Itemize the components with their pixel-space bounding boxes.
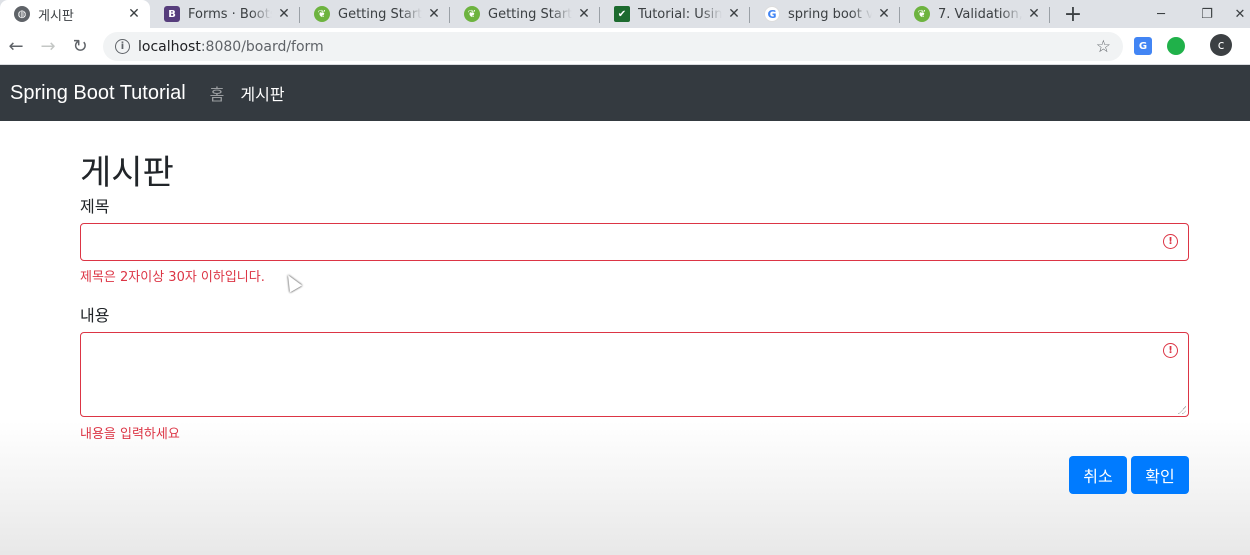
title-input[interactable] [81, 224, 1188, 260]
navbar-brand[interactable]: Spring Boot Tutorial [10, 82, 186, 105]
tab-title: Forms · Bootstrap [188, 6, 272, 22]
browser-tab-1[interactable]: B Forms · Bootstrap ✕ [150, 0, 300, 28]
address-bar[interactable]: i localhost:8080/board/form ☆ [103, 32, 1123, 61]
tab-title: Tutorial: Using [638, 6, 722, 22]
url-text: localhost:8080/board/form [138, 38, 324, 55]
reload-icon[interactable]: ↻ [64, 30, 96, 62]
mouse-cursor-icon [281, 271, 303, 293]
content-field-wrapper: ! [80, 332, 1189, 417]
tab-close-icon[interactable]: ✕ [726, 6, 742, 22]
app-navbar: Spring Boot Tutorial 홈 게시판 [0, 65, 1250, 121]
content-label: 내용 [80, 306, 110, 325]
page-title: 게시판 [80, 153, 174, 193]
tab-close-icon[interactable]: ✕ [576, 6, 592, 22]
close-window-icon[interactable]: ✕ [1230, 0, 1250, 28]
back-arrow-icon[interactable]: ← [0, 30, 32, 62]
tab-close-icon[interactable]: ✕ [276, 6, 292, 22]
tab-title: Getting Started [338, 6, 422, 22]
tab-title: spring boot vali [788, 6, 872, 22]
tab-title: 게시판 [38, 8, 74, 24]
tab-close-icon[interactable]: ✕ [876, 6, 892, 22]
main-content: 게시판 제목 ! 제목은 2자이상 30자 이하입니다. 내용 ! 내용을 입력… [0, 121, 1250, 555]
forward-arrow-icon[interactable]: → [32, 30, 64, 62]
spring-icon: ❦ [464, 6, 480, 22]
browser-tab-5[interactable]: G spring boot vali ✕ [750, 0, 900, 28]
content-textarea[interactable] [81, 333, 1188, 416]
error-icon: ! [1163, 234, 1178, 249]
minimize-icon[interactable]: ─ [1138, 0, 1184, 28]
resize-grip-icon[interactable] [1178, 406, 1186, 414]
browser-tab-6[interactable]: ❦ 7. Validation, D ✕ [900, 0, 1050, 28]
browser-tab-2[interactable]: ❦ Getting Started ✕ [300, 0, 450, 28]
browser-tab-3[interactable]: ❦ Getting Started ✕ [450, 0, 600, 28]
submit-button[interactable]: 확인 [1131, 456, 1189, 494]
content-error-message: 내용을 입력하세요 [80, 427, 180, 442]
restore-icon[interactable]: ❐ [1184, 0, 1230, 28]
tab-title: 7. Validation, D [938, 6, 1022, 22]
google-icon: G [764, 6, 780, 22]
tab-title: Getting Started [488, 6, 572, 22]
title-field-wrapper: ! [80, 223, 1189, 261]
spring-icon: ❦ [914, 6, 930, 22]
tab-close-icon[interactable]: ✕ [126, 6, 142, 22]
browser-tab-0[interactable]: ◍ 게시판 ✕ [0, 0, 150, 28]
nav-link-board[interactable]: 게시판 [240, 81, 284, 105]
browser-toolbar: ← → ↻ i localhost:8080/board/form ☆ G c [0, 28, 1250, 65]
spring-icon: ❦ [314, 6, 330, 22]
vuejs-icon: ✔ [614, 6, 630, 22]
nav-link-home[interactable]: 홈 [210, 81, 225, 105]
browser-tab-4[interactable]: ✔ Tutorial: Using ✕ [600, 0, 750, 28]
globe-icon: ◍ [14, 6, 30, 22]
translate-extension-icon[interactable]: G [1134, 37, 1152, 55]
title-error-message: 제목은 2자이상 30자 이하입니다. [80, 270, 265, 285]
cancel-button[interactable]: 취소 [1069, 456, 1127, 494]
bootstrap-icon: B [164, 6, 180, 22]
info-icon[interactable]: i [115, 39, 130, 54]
error-icon: ! [1163, 343, 1178, 358]
browser-tab-strip: ◍ 게시판 ✕ B Forms · Bootstrap ✕ ❦ Getting … [0, 0, 1250, 28]
new-tab-button[interactable]: + [1058, 0, 1088, 28]
profile-avatar[interactable]: c [1210, 34, 1232, 56]
tab-close-icon[interactable]: ✕ [1026, 6, 1042, 22]
title-label: 제목 [80, 197, 110, 216]
bookmark-star-icon[interactable]: ☆ [1096, 37, 1111, 57]
tab-close-icon[interactable]: ✕ [426, 6, 442, 22]
extension-icon[interactable] [1167, 37, 1185, 55]
